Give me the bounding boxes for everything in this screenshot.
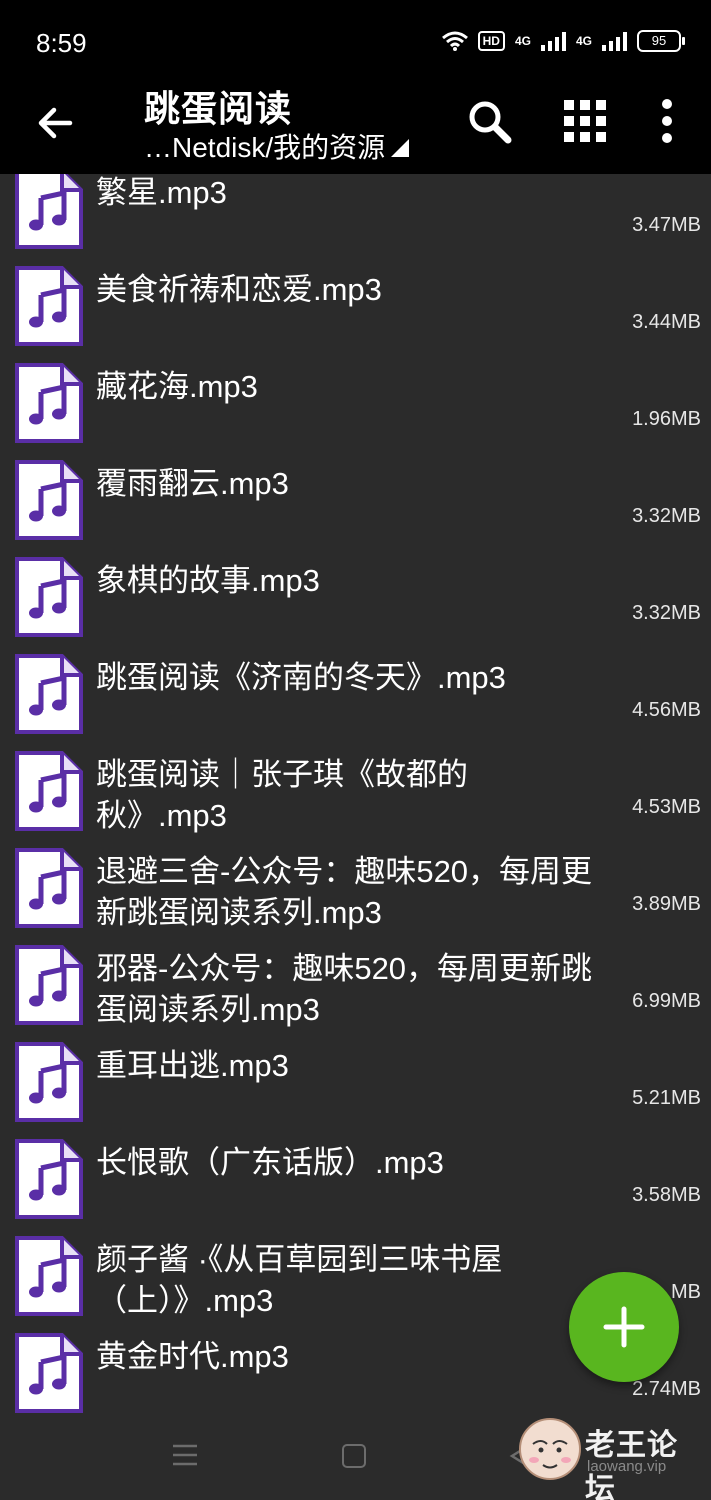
network-label-1: 4G <box>514 34 531 48</box>
file-name: 象棋的故事.mp3 <box>96 563 320 598</box>
recent-apps-icon[interactable] <box>172 1444 198 1466</box>
search-icon[interactable] <box>464 96 516 148</box>
audio-file-icon <box>15 460 83 540</box>
file-size: 3.32MB <box>632 602 701 624</box>
file-size: 4.53MB <box>632 796 701 818</box>
file-name: 颜子酱 ·《从百草园到三味书屋（上）》.mp3 <box>96 1242 503 1318</box>
dropdown-caret-icon <box>391 139 410 157</box>
watermark: 老王论坛 laowang.vip <box>515 1418 705 1500</box>
audio-file-icon <box>15 266 83 346</box>
audio-file-icon <box>15 1139 83 1219</box>
file-size: 5.21MB <box>632 1087 701 1109</box>
audio-file-icon <box>15 1236 83 1316</box>
page-title: 跳蛋阅读 <box>144 88 293 129</box>
file-list-item[interactable]: 长恨歌（广东话版）.mp3 3.58MB <box>0 1128 711 1225</box>
file-size: 3.58MB <box>632 1184 701 1206</box>
file-list-item[interactable]: 藏花海.mp3 1.96MB <box>0 352 711 449</box>
file-list-item[interactable]: 繁星.mp3 3.47MB <box>0 174 711 255</box>
file-name: 藏花海.mp3 <box>96 369 258 404</box>
file-list-item[interactable]: 邪器-公众号：趣味520，每周更新跳蛋阅读系列.mp3 6.99MB <box>0 934 711 1031</box>
file-size: MB <box>671 1281 701 1303</box>
file-name: 黄金时代.mp3 <box>96 1339 289 1374</box>
file-list-item[interactable]: 退避三舍-公众号：趣味520，每周更新跳蛋阅读系列.mp3 3.89MB <box>0 837 711 934</box>
audio-file-icon <box>15 848 83 928</box>
file-list-item[interactable]: 跳蛋阅读｜张子琪《故都的秋》.mp3 4.53MB <box>0 740 711 837</box>
audio-file-icon <box>15 1333 83 1413</box>
network-label-2: 4G <box>575 34 592 48</box>
file-list-item[interactable]: 重耳出逃.mp3 5.21MB <box>0 1031 711 1128</box>
wifi-icon <box>441 31 468 51</box>
file-size: 3.44MB <box>632 311 701 333</box>
status-time: 8:59 <box>36 28 87 58</box>
home-icon[interactable] <box>342 1444 366 1468</box>
file-list-item[interactable]: 象棋的故事.mp3 3.32MB <box>0 546 711 643</box>
add-icon <box>603 1306 645 1348</box>
audio-file-icon <box>15 174 83 249</box>
audio-file-icon <box>15 751 83 831</box>
file-name: 邪器-公众号：趣味520，每周更新跳蛋阅读系列.mp3 <box>96 951 593 1027</box>
file-list-item[interactable]: 跳蛋阅读《济南的冬天》.mp3 4.56MB <box>0 643 711 740</box>
signal-icon-2 <box>602 31 627 51</box>
file-name: 跳蛋阅读《济南的冬天》.mp3 <box>96 660 506 695</box>
watermark-face-icon <box>519 1418 581 1480</box>
file-size: 3.32MB <box>632 505 701 527</box>
file-size: 4.56MB <box>632 699 701 721</box>
file-size: 3.89MB <box>632 893 701 915</box>
file-list-item[interactable]: 覆雨翻云.mp3 3.32MB <box>0 449 711 546</box>
file-name: 退避三舍-公众号：趣味520，每周更新跳蛋阅读系列.mp3 <box>96 854 593 930</box>
audio-file-icon <box>15 1042 83 1122</box>
file-name: 长恨歌（广东话版）.mp3 <box>96 1145 444 1180</box>
audio-file-icon <box>15 363 83 443</box>
file-size: 1.96MB <box>632 408 701 430</box>
file-list-item[interactable]: 美食祈祷和恋爱.mp3 3.44MB <box>0 255 711 352</box>
file-size: 2.74MB <box>632 1378 701 1400</box>
audio-file-icon <box>15 945 83 1025</box>
status-bar: 8:59 HD 4G 4G 95 <box>0 0 711 88</box>
back-arrow-icon[interactable] <box>30 96 84 150</box>
grid-view-icon[interactable] <box>560 96 610 146</box>
audio-file-icon <box>15 557 83 637</box>
file-name: 重耳出逃.mp3 <box>96 1048 289 1083</box>
file-name: 繁星.mp3 <box>96 175 227 210</box>
file-size: 3.47MB <box>632 214 701 236</box>
path-label: …Netdisk/我的资源 <box>144 132 386 163</box>
battery-icon: 95 <box>637 30 685 52</box>
more-vert-icon[interactable] <box>650 94 684 148</box>
add-button[interactable] <box>569 1272 679 1382</box>
file-name: 美食祈祷和恋爱.mp3 <box>96 272 382 307</box>
signal-icon <box>540 31 566 51</box>
hd-badge: HD <box>477 31 505 51</box>
status-icons: HD 4G 4G 95 <box>441 30 685 52</box>
path-breadcrumb[interactable]: …Netdisk/我的资源 <box>144 126 410 166</box>
file-name: 跳蛋阅读｜张子琪《故都的秋》.mp3 <box>96 757 468 833</box>
file-name: 覆雨翻云.mp3 <box>96 466 289 501</box>
watermark-url: laowang.vip <box>587 1458 667 1475</box>
app-bar: 跳蛋阅读 …Netdisk/我的资源 <box>0 88 711 174</box>
file-size: 6.99MB <box>632 990 701 1012</box>
audio-file-icon <box>15 654 83 734</box>
file-list: 繁星.mp3 3.47MB 美食祈祷和恋爱.mp3 3.44MB 藏花海.mp3… <box>0 174 711 1414</box>
